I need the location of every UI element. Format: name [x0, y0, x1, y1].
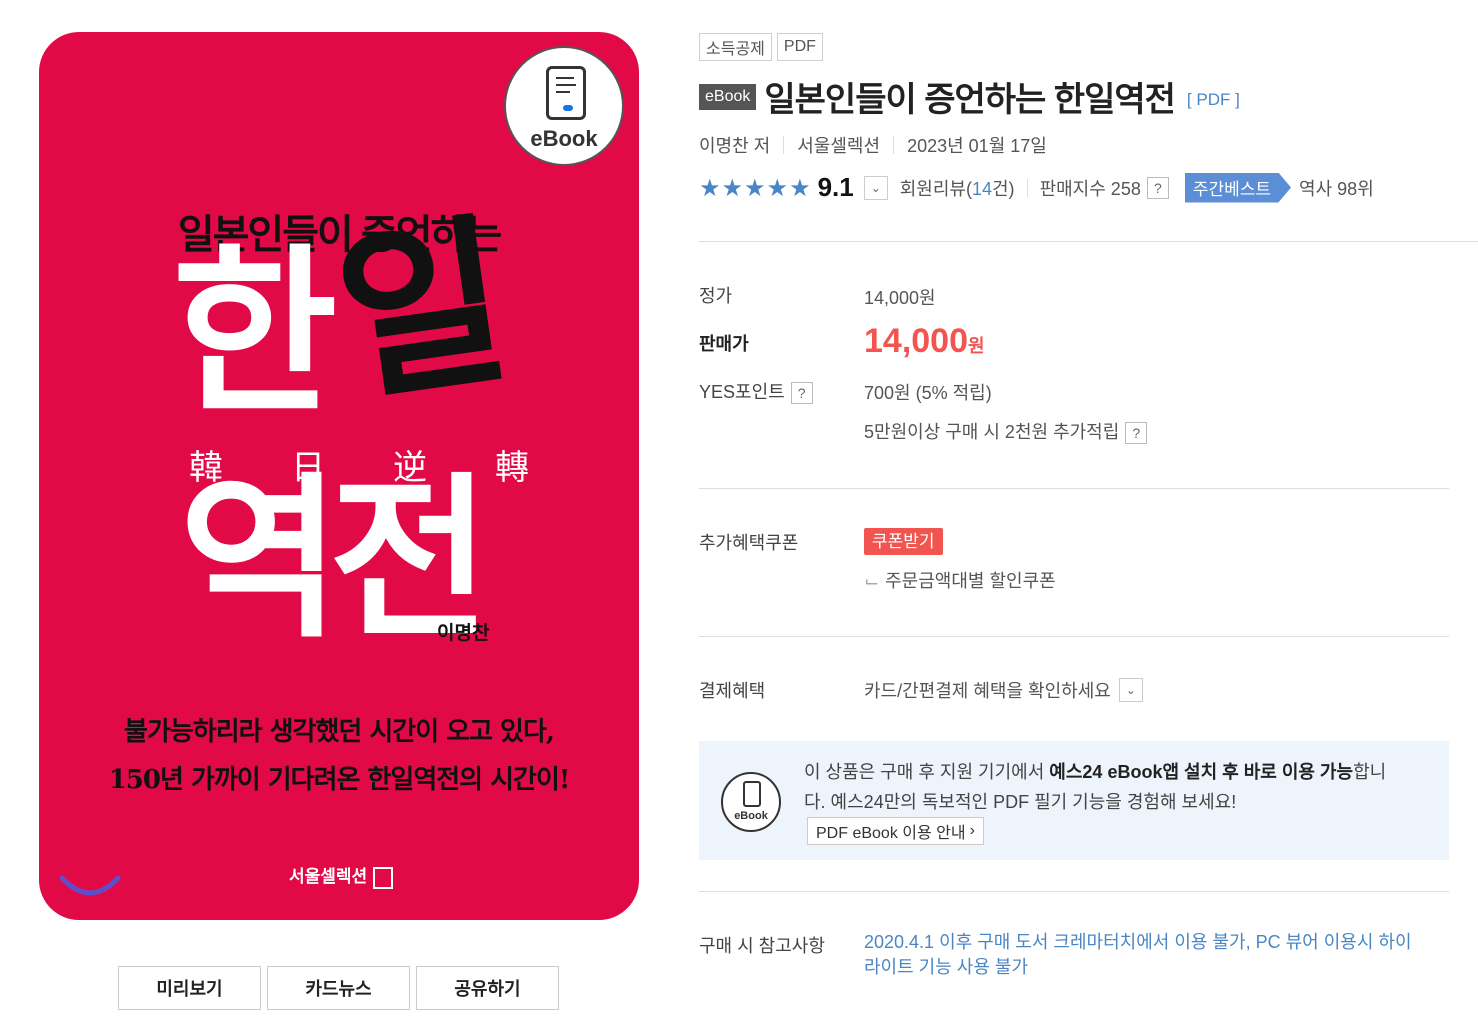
product-tags: 소득공제 PDF [699, 33, 823, 61]
sale-price-label: 판매가 [699, 334, 749, 354]
rating-dropdown-chevron-icon[interactable]: ⌄ [863, 175, 888, 200]
payment-label: 결제혜택 [699, 681, 766, 701]
author-link[interactable]: 이명찬 저 [699, 132, 770, 158]
cover-copy: 불가능하리라 생각했던 시간이 오고 있다, 150년 가까이 기다려온 한일역… [39, 708, 639, 804]
ebook-app-icon-label: eBook [734, 810, 768, 822]
list-price-label: 정가 [699, 286, 733, 306]
preview-button[interactable]: 미리보기 [118, 966, 261, 1010]
coupon-sub-row: ⌙ 주문금액대별 할인쿠폰 [864, 567, 1056, 593]
sale-price: 14,000원 [864, 322, 985, 361]
review-suffix: 건) [992, 178, 1015, 199]
get-coupon-button[interactable]: 쿠폰받기 [864, 528, 943, 555]
divider [699, 241, 1478, 242]
weekly-best-badge[interactable]: 주간베스트 [1184, 172, 1292, 203]
cover-author: 이명찬 [437, 623, 490, 644]
cover-copy-line: 불가능하리라 생각했던 시간이 오고 있다, [124, 717, 555, 747]
rating-stars-icon: ★★★★★ [699, 173, 812, 202]
page-title: 일본인들이 증언하는 한일역전 [764, 81, 1176, 119]
divider [699, 636, 1449, 637]
cover-title-han: 한 [172, 229, 338, 438]
tag-pdf: PDF [776, 33, 823, 61]
ebook-badge-label: eBook [530, 126, 598, 151]
points-value: 700원 (5% 적립) [864, 383, 992, 403]
points-label-row: YES포인트? [699, 378, 813, 404]
notice-text-bold: 예스24 eBook앱 설치 후 바로 이용 가능 [1049, 762, 1354, 782]
ebook-device-icon [546, 66, 586, 120]
review-label: 회원리뷰( [899, 178, 972, 199]
payment-row[interactable]: 카드/간편결제 혜택을 확인하세요 ⌄ [864, 677, 1143, 703]
coupon-sub[interactable]: 주문금액대별 할인쿠폰 [885, 571, 1056, 591]
notice-text-pre: 이 상품은 구매 후 지원 기기에서 [804, 762, 1050, 782]
tag-income-deduction: 소득공제 [699, 33, 772, 61]
publisher-seal-icon [373, 866, 394, 889]
smile-logo-icon [59, 875, 121, 896]
points-extra-help-icon[interactable]: ? [1125, 422, 1148, 444]
ebook-app-icon: eBook [721, 772, 781, 832]
notice-text: 이 상품은 구매 후 지원 기기에서 예스24 eBook앱 설치 후 바로 이… [804, 757, 1404, 817]
payment-dropdown-chevron-icon[interactable]: ⌄ [1118, 678, 1143, 702]
points-extra: 5만원이상 구매 시 2천원 추가적립 [864, 422, 1120, 442]
ebook-type-badge: eBook [699, 83, 757, 110]
cover-actions: 미리보기 카드뉴스 공유하기 [118, 966, 559, 1010]
ebook-badge: eBook [504, 46, 624, 166]
points-label: YES포인트 [699, 382, 785, 402]
cover-publisher: 서울셀렉션 [289, 862, 394, 889]
coupon-button-wrap: 쿠폰받기 [864, 527, 943, 555]
purchase-note-text: 2020.4.1 이후 구매 도서 크레마터치에서 이용 불가, PC 뷰어 이… [864, 932, 1412, 977]
format-label: [ PDF ] [1186, 89, 1240, 109]
rating-row: ★★★★★ 9.1 ⌄ 회원리뷰(14건) 판매지수 258 ? 주간베스트 역… [699, 172, 1374, 203]
book-cover-image[interactable]: 일본인들이 증언하는 한 일 韓 日 逆 轉 역전 이명찬 불가능하리라 생각했… [39, 32, 639, 920]
sale-price-value: 14,000 [864, 322, 968, 360]
points-extra-row: 5만원이상 구매 시 2천원 추가적립? [864, 418, 1148, 444]
sales-help-icon[interactable]: ? [1146, 176, 1169, 199]
divider [699, 488, 1449, 489]
rating-score: 9.1 [817, 172, 854, 202]
product-meta: 이명찬 저 서울셀렉션 2023년 01월 17일 [699, 132, 1047, 158]
review-count: 14 [971, 178, 992, 199]
divider [699, 891, 1449, 892]
ebook-notice-box: eBook 이 상품은 구매 후 지원 기기에서 예스24 eBook앱 설치 … [699, 741, 1449, 860]
pdf-guide-button[interactable]: PDF eBook 이용 안내 › [807, 817, 984, 845]
publisher-link[interactable]: 서울셀렉션 [797, 132, 880, 158]
corner-arrow-icon: ⌙ [864, 571, 880, 591]
coupon-label: 추가혜택쿠폰 [699, 533, 799, 553]
sales-index: 판매지수 258 [1039, 178, 1141, 199]
hanja-char: 轉 [495, 448, 529, 488]
cover-copy-line: 150년 가까이 기다려온 한일역전의 시간이! [108, 765, 571, 795]
pdf-guide-label: PDF eBook 이용 안내 [816, 825, 966, 842]
cardnews-button[interactable]: 카드뉴스 [267, 966, 410, 1010]
share-button[interactable]: 공유하기 [416, 966, 559, 1010]
cover-publisher-name: 서울셀렉션 [289, 867, 368, 886]
publish-date: 2023년 01월 17일 [907, 136, 1047, 156]
purchase-note-label: 구매 시 참고사항 [699, 936, 825, 956]
points-help-icon[interactable]: ? [790, 382, 813, 404]
chevron-right-icon: › [969, 822, 975, 839]
rank-label[interactable]: 역사 98위 [1299, 175, 1374, 201]
list-price-value: 14,000원 [864, 288, 936, 308]
cover-title-il: 일 [325, 194, 521, 428]
cover-title-yeokjeon: 역전 [179, 457, 491, 662]
title-row: eBook 일본인들이 증언하는 한일역전 [ PDF ] [699, 72, 1240, 121]
payment-value: 카드/간편결제 혜택을 확인하세요 [864, 681, 1111, 701]
sale-price-unit: 원 [968, 336, 985, 356]
review-link[interactable]: 회원리뷰(14건) [900, 175, 1015, 201]
